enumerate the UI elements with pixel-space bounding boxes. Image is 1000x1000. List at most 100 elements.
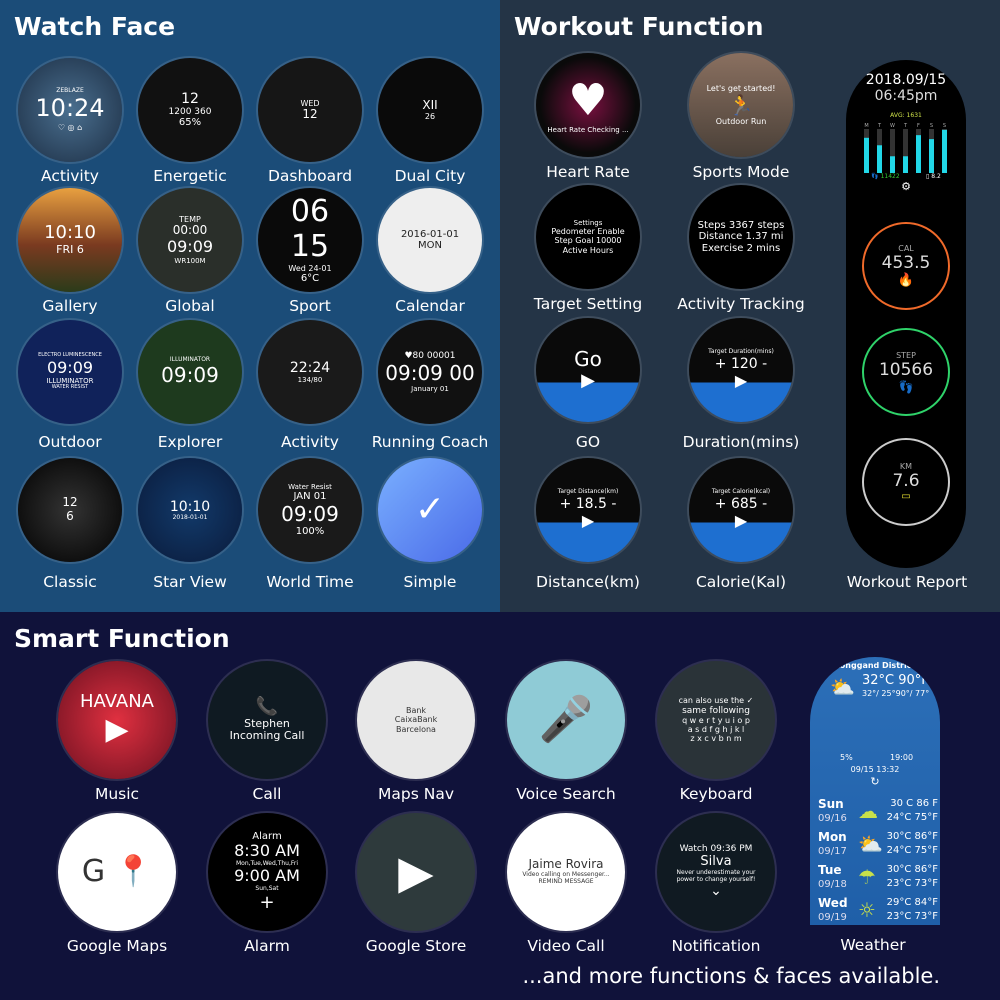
forecast-hi: 30°C 86°F 23°C 73°F [886, 864, 938, 889]
watch-screen-notification[interactable]: Watch 09:36 PM Silva Never underestimate y… [657, 813, 775, 931]
watch-screen-go[interactable]: Go ▶ [536, 318, 640, 422]
screen-text: CaixaBank [394, 715, 438, 725]
watch-screen-video-call[interactable]: Jaime Rovira Video calling on Messenger..… [507, 813, 625, 931]
screen-text: + 120 - [714, 356, 768, 373]
screen-text: Silva [700, 853, 732, 869]
screen-text: ♡ ◎ ⌂ [57, 122, 83, 132]
screen-text: 6°C [300, 273, 320, 285]
watch-screen-running-coach[interactable]: ♥80 00001 09:09 00 January 01 [378, 320, 482, 424]
refresh-icon[interactable]: ↻ [810, 775, 940, 788]
watch-screen-global[interactable]: TEMP 00:00 09:09 WR100M [138, 188, 242, 292]
watch-screen-sports-mode[interactable]: Let's get started! 🏃 Outdoor Run [689, 53, 793, 157]
screen-text: 26 [424, 112, 436, 122]
screen-text: FRI 6 [56, 243, 84, 257]
label-distance-km-: Distance(km) [536, 573, 640, 591]
screen-text: Step Goal 10000 [554, 236, 622, 246]
watch-screen-target-setting[interactable]: Settings Pedometer Enable Step Goal 10000 A… [536, 185, 640, 289]
forecast-row: Sun 09/16 30 C 86 F 24°C 75°F ☁ [818, 797, 938, 831]
forecast-row: Wed 09/19 29°C 84°F 23°C 73°F ☼ [818, 896, 938, 925]
screen-text: 134/80 [297, 376, 323, 385]
day-label: S [943, 123, 946, 129]
watch-screen-outdoor[interactable]: ELECTRO LUMINESCENCE 09:09 ILLUMINATOR WATE… [18, 320, 122, 424]
watch-screen-google-store[interactable]: ▶ [357, 813, 475, 931]
watch-screen-calendar[interactable]: 2016-01-01 MON [378, 188, 482, 292]
screen-text: + 685 - [714, 496, 768, 513]
screen-text: z x c v b n m [690, 734, 742, 744]
watch-screen-gallery[interactable]: 10:10 FRI 6 [18, 188, 122, 292]
weekly-steps-chart: MTWTFSS [864, 123, 947, 173]
screen-text: ✓ [414, 489, 446, 531]
screen-text: 9:00 AM [234, 866, 300, 886]
label-simple: Simple [403, 573, 457, 591]
watch-screen-music[interactable]: HAVANA ▶ [58, 661, 176, 779]
label-explorer: Explorer [157, 433, 223, 451]
screen-text: 📞 [255, 696, 279, 718]
screen-text: 12 [62, 495, 78, 510]
weather-district: Longgand District [834, 661, 916, 670]
label-alarm: Alarm [244, 937, 290, 955]
watch-screen-activity[interactable]: 22:24 134/80 [258, 320, 362, 424]
screen-text: Bank [405, 706, 427, 716]
screen-text: Jaime Rovira [528, 857, 604, 872]
label-duration-mins-: Duration(mins) [682, 433, 800, 451]
watch-screen-duration-mins-[interactable]: Target Duration(mins) + 120 - ▶ [689, 318, 793, 422]
screen-text: ▶ [734, 371, 748, 391]
screen-text: 22:24 [289, 359, 331, 376]
label-video-call: Video Call [527, 937, 605, 955]
screen-text: ▶ [398, 844, 434, 899]
screen-text: 2018-01-01 [172, 513, 208, 521]
watch-screen-dual-city[interactable]: XII 26 [378, 58, 482, 162]
screen-text: Outdoor Run [715, 116, 767, 126]
watch-screen-classic[interactable]: 12 6 [18, 458, 122, 562]
watch-screen-heart-rate[interactable]: ♥ Heart Rate Checking ... [536, 53, 640, 157]
label-classic: Classic [43, 573, 97, 591]
watch-screen-call[interactable]: 📞 Stephen Incoming Call [208, 661, 326, 779]
watch-screen-energetic[interactable]: 12 1200 360 65% [138, 58, 242, 162]
watch-screen-maps-nav[interactable]: Bank CaixaBank Barcelona [357, 661, 475, 779]
watch-screen-alarm[interactable]: Alarm 8:30 AM Mon,Tue,Wed,Thu,Fri 9:00 AM Su… [208, 813, 326, 931]
km-big-value: 7.6 [892, 471, 920, 491]
screen-text: Steps 3367 steps [697, 219, 785, 231]
day-label: F [917, 123, 920, 129]
watch-screen-distance-km-[interactable]: Target Distance(km) + 18.5 - ▶ [536, 458, 640, 562]
weather-screen[interactable]: Longgand District ⛅ 32°C 90°F 32°/ 25°90… [810, 657, 940, 925]
label-gallery: Gallery [42, 297, 98, 315]
screen-text: q w e r t y u i o p [682, 715, 750, 725]
storm-icon: ☁ [858, 799, 878, 823]
watch-screen-keyboard[interactable]: can also use the ✓ same following q w e r … [657, 661, 775, 779]
watch-screen-activity[interactable]: ZEBLAZE 10:24 ♡ ◎ ⌂ [18, 58, 122, 162]
screen-text: ▶ [105, 712, 129, 748]
day-label: T [877, 123, 882, 129]
screen-text: Active Hours [562, 245, 614, 255]
gear-icon[interactable]: ⚙ [846, 180, 966, 193]
watch-screen-simple[interactable]: ✓ [378, 458, 482, 562]
screen-text: 🏃 [728, 92, 754, 117]
watch-screen-world-time[interactable]: Water Resist JAN 01 09:09 100% [258, 458, 362, 562]
screen-text: Target Duration(mins) [708, 348, 774, 356]
screen-text: 6 [66, 509, 74, 523]
label-workout-report: Workout Report [846, 573, 968, 591]
watch-screen-sport[interactable]: 06 15 Wed 24-01 6°C [258, 188, 362, 292]
screen-text: ♥ [568, 74, 608, 126]
workout-report-screen[interactable]: 2018.09/15 06:45pm AVG: 1631 M T W T F S S 👣 1… [846, 60, 966, 568]
screen-text: 15 [290, 228, 330, 264]
bar-6 [942, 129, 947, 173]
footprint-icon: 👣 [898, 379, 914, 394]
watch-screen-explorer[interactable]: ILLUMINATOR 09:09 [138, 320, 242, 424]
watch-screen-dashboard[interactable]: WED 12 [258, 58, 362, 162]
bar-5 [929, 139, 934, 173]
updated-time: 09/15 13:32 [850, 765, 900, 774]
forecast-hi: 30°C 86°F 24°C 75°F [886, 831, 938, 856]
label-call: Call [252, 785, 282, 803]
watch-screen-voice-search[interactable]: 🎤 [507, 661, 625, 779]
watch-screen-google-maps[interactable]: G 📍 [58, 813, 176, 931]
watch-screen-star-view[interactable]: 10:10 2018-01-01 [138, 458, 242, 562]
label-calorie-kal-: Calorie(Kal) [695, 573, 787, 591]
label-world-time: World Time [266, 573, 354, 591]
screen-text: a s d f g h j k l [687, 725, 745, 735]
forecast-date: 09/16 [818, 813, 847, 824]
screen-text: January 01 [411, 384, 449, 393]
watch-screen-activity-tracking[interactable]: Steps 3367 steps Distance 1.37 mi Exercise… [689, 185, 793, 289]
screen-text: 2016-01-01 [400, 228, 460, 240]
watch-screen-calorie-kal-[interactable]: Target Calorie(kcal) + 685 - ▶ [689, 458, 793, 562]
